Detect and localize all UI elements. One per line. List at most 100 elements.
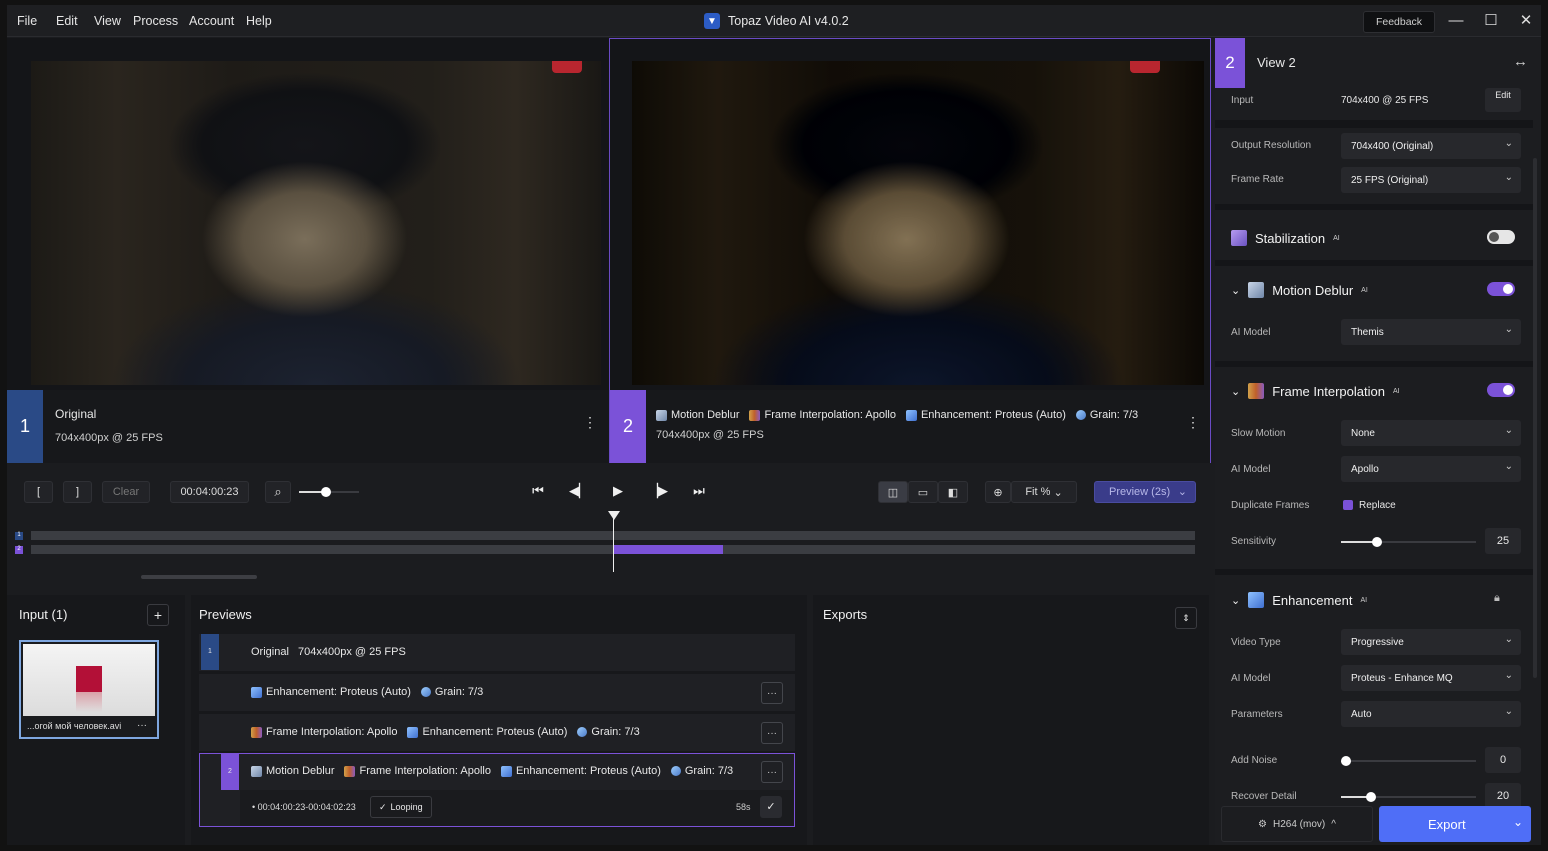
input-file-name: ...огой мой человек.avi <box>27 721 122 731</box>
export-dropdown-icon[interactable]: ⌄ <box>1513 815 1523 829</box>
play-icon[interactable]: ▶ <box>608 483 628 499</box>
interpolation-model-select[interactable]: Apollo ⌄ <box>1341 456 1521 482</box>
input-more-icon[interactable]: ··· <box>137 720 147 731</box>
frame-rate-select[interactable]: 25 FPS (Original) ⌄ <box>1341 167 1521 193</box>
preview-row-active[interactable]: 2 Motion Deblur Frame Interpolation: Apo… <box>199 753 795 827</box>
step-back-icon[interactable]: ◀▏ <box>569 483 589 499</box>
timeline-scrollbar[interactable] <box>141 575 257 579</box>
viewer-menu-icon[interactable]: ⋮ <box>1186 414 1200 431</box>
exports-title: Exports <box>823 607 868 622</box>
topaz-logo-icon: ▼ <box>704 13 720 29</box>
single-view-icon[interactable]: ▭ <box>908 481 938 503</box>
looping-button[interactable]: ✓ Looping <box>370 796 432 818</box>
timecode-field[interactable]: 00:04:00:23 <box>170 481 249 503</box>
menu-account[interactable]: Account <box>189 14 234 28</box>
video-type-select[interactable]: Progressive ⌄ <box>1341 629 1521 655</box>
app-title: ▼ Topaz Video AI v4.0.2 <box>704 13 849 29</box>
chevron-down-icon: ⌄ <box>1231 385 1241 398</box>
enhancement-icon <box>1248 592 1265 608</box>
preview-done-check-icon[interactable]: ✓ <box>760 796 782 818</box>
playhead[interactable] <box>613 513 614 572</box>
menu-edit[interactable]: Edit <box>56 14 78 28</box>
exports-sort-icon[interactable]: ⇕ <box>1175 607 1197 629</box>
preview-row-menu-button[interactable]: ··· <box>761 761 783 783</box>
zoom-icon[interactable]: ⊕ <box>985 481 1011 503</box>
enhancement-model-select[interactable]: Proteus - Enhance MQ ⌄ <box>1341 665 1521 691</box>
video-frame-original <box>31 61 601 385</box>
preview-dropdown-icon[interactable]: ⌄ <box>1178 485 1187 498</box>
previews-title: Previews <box>199 607 252 622</box>
minimize-icon[interactable]: — <box>1445 11 1467 31</box>
chevron-down-icon: ⌄ <box>1504 324 1513 335</box>
preview-row-menu-button[interactable]: ··· <box>761 682 783 704</box>
zoom-fit-select[interactable]: Fit % ⌄ <box>1011 481 1077 503</box>
codec-select[interactable]: ⚙ H264 (mov) ^ <box>1221 806 1373 842</box>
add-noise-value[interactable]: 0 <box>1485 747 1521 773</box>
chevron-down-icon: ⌄ <box>1504 670 1513 681</box>
enhancement-icon <box>905 409 917 421</box>
sensitivity-value[interactable]: 25 <box>1485 528 1521 554</box>
viewer-number: 1 <box>7 390 43 463</box>
preview-row[interactable]: Enhancement: Proteus (Auto) Grain: 7/3 ·… <box>199 674 795 712</box>
expand-panel-icon[interactable]: ↔ <box>1513 53 1528 70</box>
chevron-down-icon: ⌄ <box>1504 634 1513 645</box>
motion-deblur-toggle[interactable] <box>1487 282 1515 296</box>
feedback-button[interactable]: Feedback <box>1363 11 1435 33</box>
sensitivity-slider[interactable] <box>1341 537 1476 547</box>
preview-button[interactable]: Preview (2s) ⌄ <box>1094 481 1196 503</box>
preview-range-text: • 00:04:00:23-00:04:02:23 <box>252 802 356 812</box>
menu-help[interactable]: Help <box>246 14 272 28</box>
recover-detail-slider[interactable] <box>1341 792 1476 802</box>
preview-row[interactable]: Frame Interpolation: Apollo Enhancement:… <box>199 714 795 752</box>
export-button[interactable]: Export ⌄ <box>1379 806 1531 842</box>
preview-range[interactable] <box>613 545 723 554</box>
lock-icon[interactable]: 🔒︎ <box>1494 592 1500 605</box>
motion-deblur-icon <box>251 765 262 777</box>
mark-out-button[interactable]: ] <box>63 481 92 503</box>
clear-button[interactable]: Clear <box>102 481 150 503</box>
frame-interpolation-toggle[interactable] <box>1487 383 1515 397</box>
menu-process[interactable]: Process <box>133 14 178 28</box>
preview-row-menu-button[interactable]: ··· <box>761 722 783 744</box>
enhancement-icon <box>407 726 419 738</box>
motion-deblur-header[interactable]: ⌄ Motion Deblur AI <box>1231 282 1368 298</box>
menu-view[interactable]: View <box>94 14 121 28</box>
track1-badge: 1 <box>15 532 23 540</box>
add-input-button[interactable]: + <box>147 604 169 626</box>
input-thumbnail-card[interactable]: ...огой мой человек.avi ··· <box>19 640 159 739</box>
viewer-processed[interactable]: 2 Motion Deblur Frame Interpolation: Apo… <box>609 38 1211 463</box>
settings-scrollbar[interactable] <box>1533 158 1537 678</box>
stabilization-toggle[interactable] <box>1487 230 1515 244</box>
enhancement-header[interactable]: ⌄ Enhancement AI <box>1231 592 1367 608</box>
close-icon[interactable]: ✕ <box>1515 11 1537 31</box>
replace-duplicate-checkbox[interactable] <box>1343 500 1353 510</box>
output-resolution-select[interactable]: 704x400 (Original) ⌄ <box>1341 133 1521 159</box>
motion-deblur-model-select[interactable]: Themis ⌄ <box>1341 319 1521 345</box>
gear-icon: ⚙ <box>1258 818 1267 830</box>
filter-list: Motion Deblur Frame Interpolation: Apoll… <box>656 409 1138 421</box>
mark-in-button[interactable]: [ <box>24 481 53 503</box>
viewer-menu-icon[interactable]: ⋮ <box>583 414 597 431</box>
motion-deblur-icon <box>1248 282 1265 298</box>
frame-interpolation-header[interactable]: ⌄ Frame Interpolation AI <box>1231 383 1400 399</box>
step-forward-icon[interactable]: ▕▶ <box>648 483 668 499</box>
frame-interpolation-icon <box>344 765 356 777</box>
add-noise-slider[interactable] <box>1341 756 1476 766</box>
chevron-down-icon: ⌄ <box>1504 706 1513 717</box>
menu-file[interactable]: File <box>17 14 37 28</box>
skip-to-end-icon[interactable]: ⏭ <box>689 483 709 499</box>
slow-motion-select[interactable]: None ⌄ <box>1341 420 1521 446</box>
split-view-icon[interactable]: ◧ <box>938 481 968 503</box>
zoom-search-icon[interactable]: ⌕ <box>265 481 291 503</box>
maximize-icon[interactable]: ☐ <box>1480 11 1502 31</box>
parameters-select[interactable]: Auto ⌄ <box>1341 701 1521 727</box>
side-by-side-view-icon[interactable]: ◫ <box>878 481 908 503</box>
preview-row-details: • 00:04:00:23-00:04:02:23 ✓ Looping 58s … <box>240 790 794 826</box>
playhead-handle-icon[interactable] <box>608 511 620 520</box>
timeline-zoom-slider[interactable] <box>299 487 359 497</box>
viewer-original[interactable]: 1 Original 704x400px @ 25 FPS ⋮ <box>7 38 609 463</box>
edit-input-button[interactable]: Edit <box>1485 88 1521 112</box>
skip-to-start-icon[interactable]: ⏮ <box>528 483 548 499</box>
preview-row[interactable]: 1 Original 704x400px @ 25 FPS <box>199 634 795 672</box>
video-frame-processed <box>632 61 1204 385</box>
